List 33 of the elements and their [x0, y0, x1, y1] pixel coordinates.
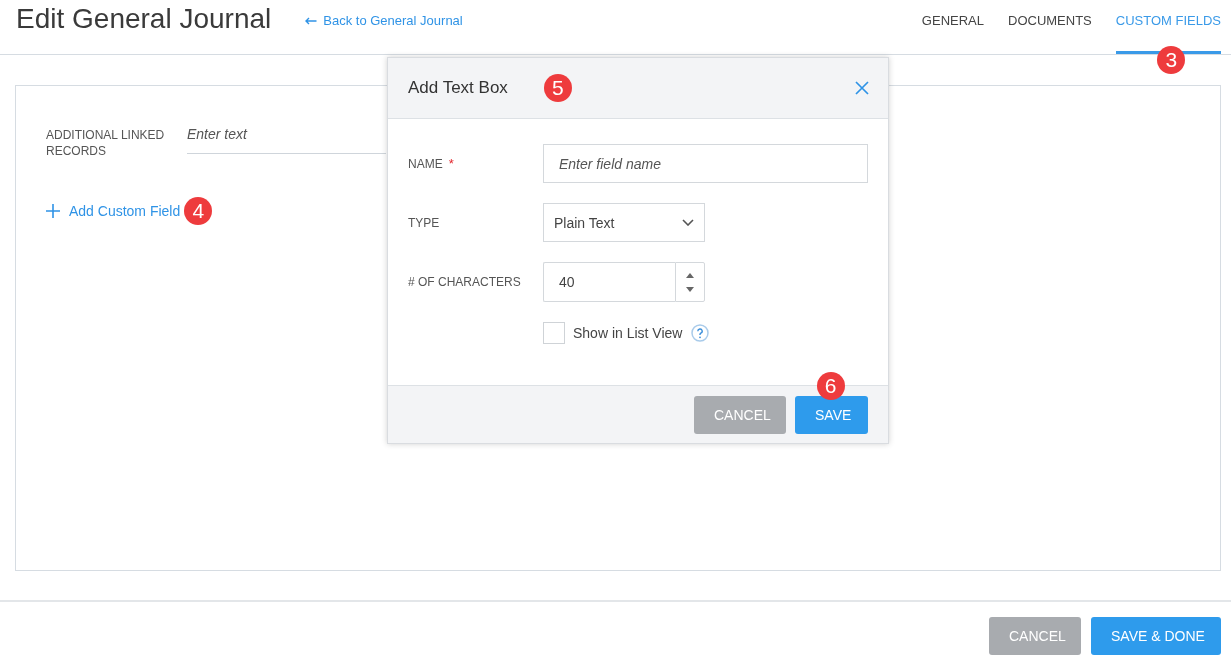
save-button[interactable]: SAVE	[795, 396, 868, 434]
left-arrow-icon	[305, 17, 318, 25]
type-select[interactable]: Plain Text	[543, 203, 705, 242]
tab[interactable]: DOCUMENTS	[1008, 0, 1092, 54]
step-marker: 6	[816, 372, 845, 400]
step-marker: 3	[1157, 46, 1186, 74]
name-input[interactable]: Enter field name	[543, 144, 868, 183]
down-triangle-icon[interactable]	[686, 286, 694, 292]
help-icon[interactable]	[691, 324, 710, 342]
cancel-button[interactable]: CANCEL	[694, 396, 786, 434]
field-label: # OF CHARACTERS	[408, 275, 521, 289]
page-title: Edit General Journal	[16, 2, 272, 36]
add-custom-field-link[interactable]: Add Custom Field	[46, 203, 181, 219]
text-input[interactable]: Enter text	[187, 127, 386, 154]
step-marker: 5	[543, 74, 572, 102]
save-done-button[interactable]: SAVE & DONE	[1091, 617, 1221, 655]
characters-input[interactable]: 40	[543, 262, 675, 302]
up-triangle-icon[interactable]	[686, 272, 694, 278]
number-stepper[interactable]	[675, 262, 705, 302]
dialog-title: Add Text Box	[408, 78, 508, 98]
field-label: ADDITIONAL LINKED RECORDS	[46, 127, 166, 159]
checkbox[interactable]	[543, 322, 565, 344]
plus-icon	[46, 204, 60, 218]
back-link[interactable]: Back to General Journal	[305, 13, 463, 29]
field-label: NAME	[408, 156, 443, 171]
required-mark: *	[448, 156, 454, 171]
cancel-button[interactable]: CANCEL	[989, 617, 1081, 655]
chevron-down-icon	[682, 219, 694, 226]
step-marker: 4	[184, 197, 213, 225]
close-icon[interactable]	[855, 81, 869, 95]
checkbox-label: Show in List View	[573, 325, 683, 341]
tab[interactable]: GENERAL	[921, 0, 984, 54]
field-label: TYPE	[408, 215, 440, 230]
